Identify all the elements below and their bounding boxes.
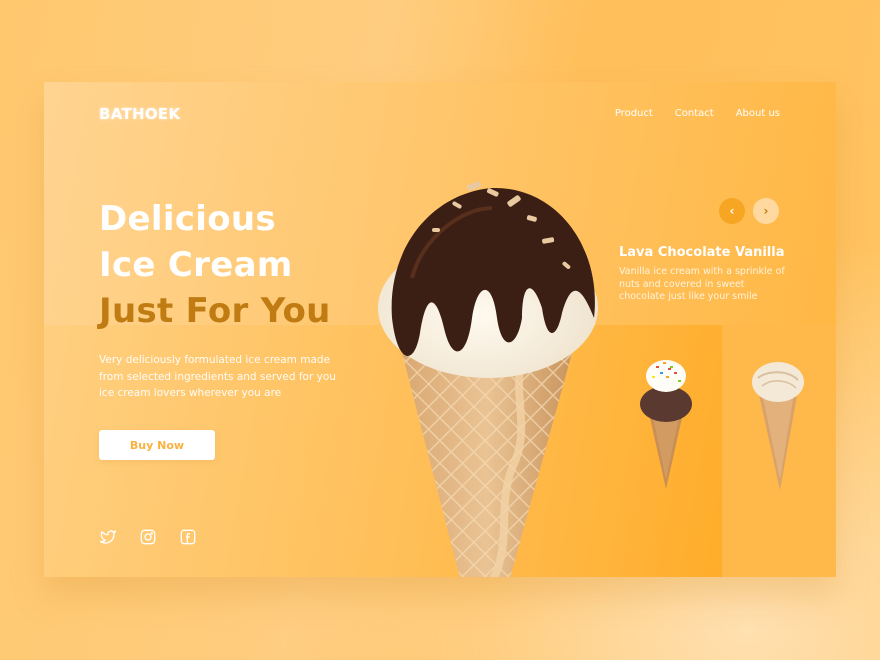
nav-item-contact[interactable]: Contact: [675, 108, 714, 119]
product-description: Vanilla ice cream with a sprinkle of nut…: [619, 266, 785, 302]
nav-item-about-us[interactable]: About us: [736, 108, 780, 119]
thumbnail-vanilla-cone[interactable]: [748, 360, 808, 490]
nav-item-product[interactable]: Product: [615, 108, 653, 119]
hero-title: Delicious Ice Cream Just For You: [99, 196, 331, 334]
hero-title-line-2: Ice Cream: [99, 245, 293, 285]
carousel-next-button[interactable]: ›: [753, 198, 779, 224]
carousel-prev-button[interactable]: ‹: [719, 198, 745, 224]
brand-logo[interactable]: BATHOEK: [99, 105, 180, 123]
hero-description: Very deliciously formulated ice cream ma…: [99, 354, 336, 399]
main-ice-cream-image: [378, 181, 598, 577]
buy-now-button[interactable]: Buy Now: [99, 430, 215, 460]
cone-shape: [402, 353, 572, 577]
carousel-controls: ‹ ›: [719, 198, 779, 224]
instagram-icon[interactable]: [140, 529, 156, 545]
hero-card: BATHOEK Product Contact About us Delicio…: [44, 82, 836, 577]
facebook-icon[interactable]: [180, 529, 196, 545]
hero-title-line-3: Just For You: [99, 291, 331, 331]
twitter-icon[interactable]: [100, 529, 116, 545]
product-name: Lava Chocolate Vanilla: [619, 245, 785, 260]
social-links: [100, 529, 196, 545]
thumbnail-sprinkle-cone[interactable]: [636, 354, 696, 489]
scoop-shape: [378, 181, 598, 378]
hero-title-line-1: Delicious: [99, 199, 276, 239]
top-nav: Product Contact About us: [615, 108, 780, 119]
